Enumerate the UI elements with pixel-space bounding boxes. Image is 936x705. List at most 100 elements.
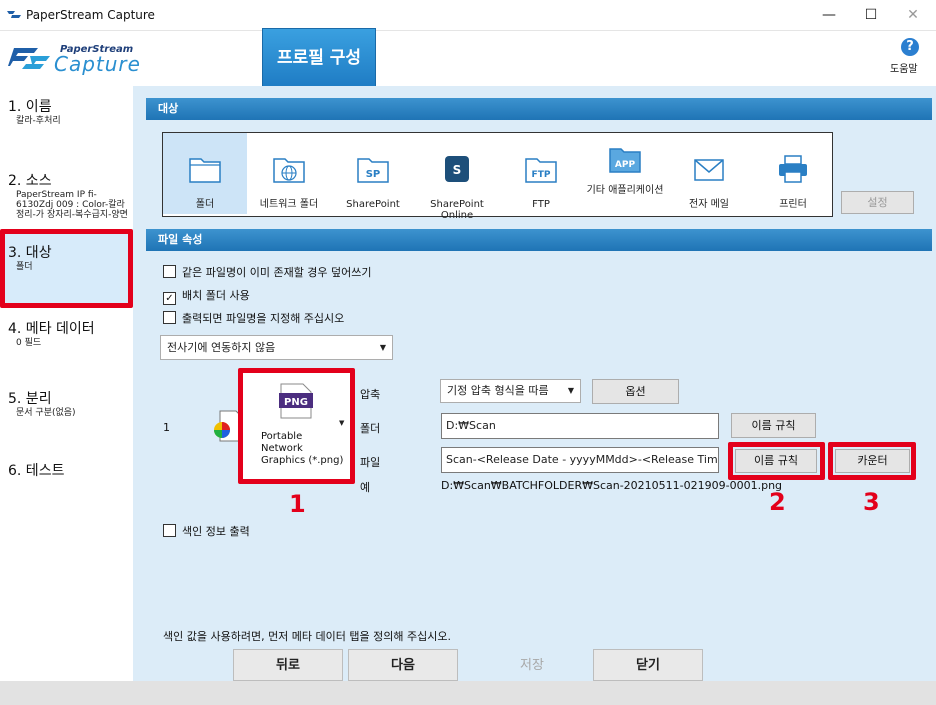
checkbox-box [163, 265, 176, 278]
sidebar-item-sub: PaperStream IP fi-6130Zdj 009 : Color-칼라… [16, 190, 128, 220]
overwrite-label: 같은 파일명이 이미 존재할 경우 덮어쓰기 [182, 266, 372, 279]
highlight-box-sidebar [0, 229, 133, 308]
save-button[interactable]: 저장 [477, 649, 587, 681]
sidebar-item-metadata[interactable]: 4. 메타 데이터 0 필드 [0, 318, 133, 358]
close-window-button[interactable]: ✕ [890, 0, 936, 30]
logo-mark-icon [8, 48, 50, 69]
index-output-label: 색인 정보 출력 [182, 525, 250, 538]
sidebar-item-sub: 문서 구분(없음) [16, 408, 76, 418]
svg-text:S: S [453, 163, 462, 177]
sidebar-item-test[interactable]: 6. 테스트 [0, 460, 133, 490]
destination-ftp[interactable]: FTP FTP [499, 133, 583, 214]
sharepoint-online-icon: S [445, 156, 469, 182]
sidebar-item-title: 6. 테스트 [8, 463, 65, 479]
dropdown-value: 전사기에 연동하지 않음 [167, 341, 276, 354]
batch-folder-checkbox[interactable]: ✓ 배치 폴더 사용 [163, 287, 250, 305]
sidebar-item-title: 5. 분리 [8, 391, 52, 407]
destination-network-folder[interactable]: 네트워크 폴더 [247, 133, 331, 214]
destination-label: 프린터 [779, 199, 807, 210]
folder-path-input[interactable]: D:₩Scan [441, 413, 719, 439]
close-button[interactable]: 닫기 [593, 649, 703, 681]
section-destination: 대상 [146, 98, 932, 120]
sidebar-item-source[interactable]: 2. 소스 PaperStream IP fi-6130Zdj 009 : Co… [0, 170, 133, 230]
destination-list: 폴더 네트워크 폴더 SP SharePoint S SharePoint On… [162, 132, 835, 221]
sidebar-item-sub: 0 필드 [16, 338, 42, 348]
overwrite-checkbox[interactable]: 같은 파일명이 이미 존재할 경우 덮어쓰기 [163, 264, 372, 280]
example-label: 예 [360, 481, 371, 494]
sharepoint-icon: SP [357, 158, 389, 183]
file-label: 파일 [360, 456, 381, 469]
destination-other-app[interactable]: APP 기타 애플리케이션 [583, 133, 667, 214]
folder-label: 폴더 [360, 422, 381, 435]
index-output-checkbox[interactable]: 색인 정보 출력 [163, 523, 250, 539]
folder-name-rule-button[interactable]: 이름 규칙 [731, 413, 816, 438]
help-label: 도움말 [890, 64, 918, 75]
sidebar-item-title: 1. 이름 [8, 99, 52, 115]
destination-printer[interactable]: 프린터 [751, 133, 835, 214]
example-path: D:₩Scan₩BATCHFOLDER₩Scan-20210511-021909… [441, 479, 783, 492]
app-icon: APP [609, 148, 641, 173]
metadata-note: 색인 값을 사용하려면, 먼저 메타 데이터 탭을 정의해 주십시오. [163, 630, 451, 643]
sidebar-item-title: 2. 소스 [8, 173, 52, 189]
section-file-properties: 파일 속성 [146, 229, 932, 251]
sidebar-item-separation[interactable]: 5. 분리 문서 구분(없음) [0, 388, 133, 428]
sidebar-item-sub: 칼라-후처리 [16, 116, 61, 126]
callout-number-2: 2 [769, 488, 786, 516]
minimize-button[interactable]: — [806, 0, 852, 30]
window-title: PaperStream Capture [26, 8, 155, 22]
title-bar: PaperStream Capture — ☐ ✕ [0, 0, 936, 31]
highlight-box-counter [828, 442, 916, 480]
name-on-output-checkbox[interactable]: 출력되면 파일명을 지정해 주십시오 [163, 310, 344, 326]
file-name-input[interactable]: Scan-<Release Date - yyyyMMdd>-<Release … [441, 447, 719, 473]
destination-sharepoint[interactable]: SP SharePoint [331, 133, 415, 214]
help-button[interactable]: ? 도움말 [890, 38, 930, 75]
callout-number-3: 3 [863, 488, 880, 516]
compression-dropdown[interactable]: 기정 압축 형식을 따름 ▼ [440, 379, 581, 403]
transfer-link-dropdown[interactable]: 전사기에 연동하지 않음 ▼ [160, 335, 393, 360]
app-logo: PaperStream Capture [8, 38, 158, 78]
checkmark-icon: ✓ [163, 292, 176, 305]
highlight-box-name-rule [728, 442, 825, 480]
callout-number-1: 1 [289, 490, 306, 518]
svg-text:FTP: FTP [532, 170, 551, 180]
checkbox-box [163, 524, 176, 537]
highlight-box-format [238, 368, 355, 484]
folder-icon [189, 158, 221, 183]
row-index: 1 [163, 421, 170, 434]
back-button[interactable]: 뒤로 [233, 649, 343, 681]
destination-label: FTP [532, 199, 550, 210]
svg-text:APP: APP [615, 160, 636, 170]
help-icon: ? [901, 38, 919, 56]
svg-text:SP: SP [366, 169, 381, 180]
sidebar: 1. 이름 칼라-후처리 2. 소스 PaperStream IP fi-613… [0, 86, 133, 681]
checkbox-box [163, 311, 176, 324]
destination-email[interactable]: 전자 메일 [667, 133, 751, 214]
destination-label: SharePoint Online [430, 199, 484, 221]
destination-folder[interactable]: 폴더 [163, 133, 247, 214]
destination-settings-button[interactable]: 설정 [841, 191, 914, 214]
tab-profile-config[interactable]: 프로필 구성 [262, 28, 376, 88]
sidebar-item-name[interactable]: 1. 이름 칼라-후처리 [0, 96, 133, 136]
dropdown-arrow-icon: ▼ [379, 343, 386, 352]
printer-icon [779, 155, 807, 183]
option-button[interactable]: 옵션 [592, 379, 679, 404]
name-on-output-label: 출력되면 파일명을 지정해 주십시오 [182, 312, 345, 325]
ftp-icon: FTP [525, 158, 557, 183]
destination-label: SharePoint [346, 199, 400, 210]
destination-sharepoint-online[interactable]: S SharePoint Online [415, 133, 499, 221]
network-folder-icon [273, 158, 305, 183]
dropdown-arrow-icon: ▼ [567, 386, 574, 395]
maximize-button[interactable]: ☐ [848, 0, 894, 30]
logo-bottom-text: Capture [54, 52, 141, 76]
destination-label: 네트워크 폴더 [259, 199, 319, 210]
app-icon [6, 8, 22, 21]
status-bar [0, 681, 936, 705]
batch-folder-label: 배치 폴더 사용 [182, 289, 250, 302]
destination-label: 기타 애플리케이션 [586, 185, 664, 196]
mail-icon [694, 159, 724, 181]
sidebar-item-title: 4. 메타 데이터 [8, 321, 95, 337]
destination-label: 폴더 [195, 199, 215, 210]
destination-label: 전자 메일 [689, 199, 729, 210]
next-button[interactable]: 다음 [348, 649, 458, 681]
compress-label: 압축 [360, 388, 381, 401]
